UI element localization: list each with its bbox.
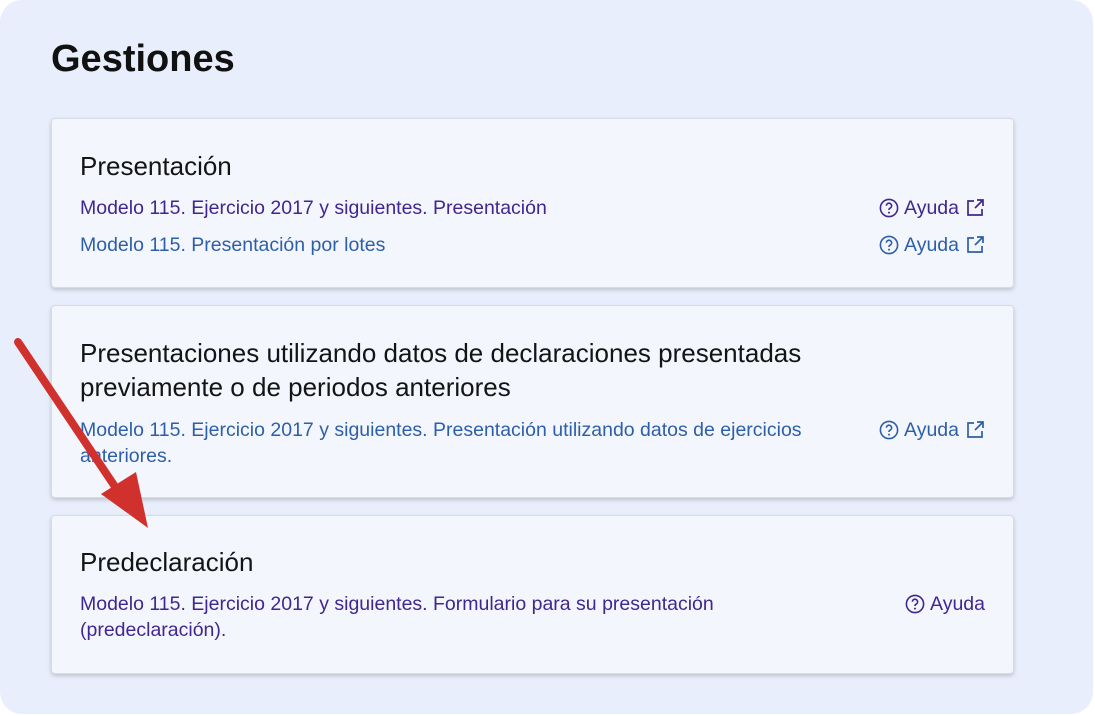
modelo-115-predeclaracion-link[interactable]: Modelo 115. Ejercicio 2017 y siguientes.… xyxy=(80,591,840,643)
modelo-115-presentacion-link[interactable]: Modelo 115. Ejercicio 2017 y siguientes.… xyxy=(80,195,547,221)
help-label: Ayuda xyxy=(904,419,959,441)
gestiones-panel: Gestiones Presentación Modelo 115. Ejerc… xyxy=(0,0,1093,714)
external-link-icon xyxy=(965,198,985,218)
list-item: Modelo 115. Ejercicio 2017 y siguientes.… xyxy=(80,417,985,469)
question-circle-icon xyxy=(879,235,899,255)
help-label: Ayuda xyxy=(904,234,959,256)
help-label: Ayuda xyxy=(930,593,985,615)
list-item: Modelo 115. Ejercicio 2017 y siguientes.… xyxy=(80,591,985,643)
question-circle-icon xyxy=(879,420,899,440)
modelo-115-lotes-link[interactable]: Modelo 115. Presentación por lotes xyxy=(80,232,385,258)
card-title: Presentaciones utilizando datos de decla… xyxy=(80,338,802,402)
help-link[interactable]: Ayuda xyxy=(879,195,985,221)
help-link[interactable]: Ayuda xyxy=(879,417,985,443)
card-title: Predeclaración xyxy=(80,547,254,577)
help-label: Ayuda xyxy=(904,197,959,219)
question-circle-icon xyxy=(905,594,925,614)
card-presentaciones-datos-anteriores: Presentaciones utilizando datos de decla… xyxy=(51,305,1014,498)
modelo-115-datos-anteriores-link[interactable]: Modelo 115. Ejercicio 2017 y siguientes.… xyxy=(80,417,840,469)
card-predeclaracion: Predeclaración Modelo 115. Ejercicio 201… xyxy=(51,515,1014,674)
help-link[interactable]: Ayuda xyxy=(905,591,985,617)
external-link-icon xyxy=(965,420,985,440)
external-link-icon xyxy=(965,235,985,255)
page-title: Gestiones xyxy=(51,38,235,80)
card-title: Presentación xyxy=(80,151,232,181)
list-item: Modelo 115. Presentación por lotes Ayuda xyxy=(80,232,985,258)
list-item: Modelo 115. Ejercicio 2017 y siguientes.… xyxy=(80,195,985,221)
question-circle-icon xyxy=(879,198,899,218)
card-presentacion: Presentación Modelo 115. Ejercicio 2017 … xyxy=(51,118,1014,288)
help-link[interactable]: Ayuda xyxy=(879,232,985,258)
